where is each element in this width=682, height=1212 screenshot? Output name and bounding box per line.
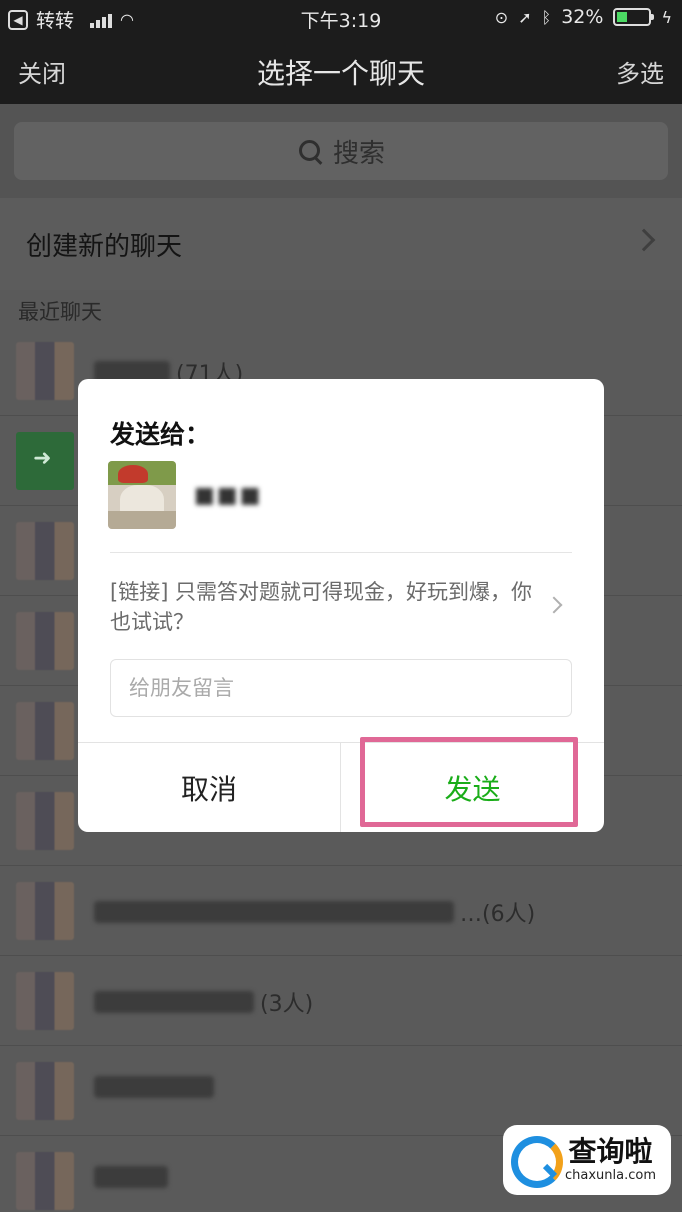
location-icon: ➚	[518, 7, 532, 27]
file-transfer-avatar	[16, 432, 74, 490]
watermark-text-en: chaxunla.com	[565, 1168, 656, 1183]
multi-select-button[interactable]: 多选	[616, 54, 664, 89]
rotation-lock-icon: ⊙	[494, 7, 509, 27]
message-input[interactable]	[110, 659, 572, 717]
watermark-logo: 查询啦 chaxunla.com	[503, 1125, 671, 1195]
avatar	[16, 1152, 74, 1210]
charging-icon: ϟ	[661, 7, 672, 27]
search-placeholder: 搜索	[332, 138, 385, 169]
create-new-chat-label: 创建新的聊天	[26, 232, 183, 262]
dialog-title: 发送给：	[110, 420, 211, 449]
create-new-chat-item[interactable]: 创建新的聊天	[0, 198, 682, 290]
divider	[110, 552, 572, 553]
avatar	[16, 972, 74, 1030]
recent-chats-label: 最近聊天	[18, 300, 102, 324]
page-title: 选择一个聊天	[256, 57, 425, 90]
blurred-name	[94, 1166, 168, 1188]
send-to-dialog: 发送给： ■■■ [链接] 只需答对题就可得现金，好玩到爆，你也试试？ 取消 发…	[78, 379, 604, 832]
status-bar: ◀ 转转 ◠ 下午3:19 ⊙ ➚ ᛒ 32% ϟ	[0, 0, 682, 36]
member-count: (3人)	[260, 992, 314, 1017]
list-item[interactable]: (3人)	[0, 956, 682, 1046]
send-button[interactable]: 发送	[341, 743, 604, 832]
avatar	[16, 882, 74, 940]
avatar	[16, 792, 74, 850]
watermark-text-cn: 查询啦	[568, 1135, 653, 1168]
avatar	[16, 522, 74, 580]
shared-link-preview[interactable]: [链接] 只需答对题就可得现金，好玩到爆，你也试试？	[110, 577, 540, 637]
list-item[interactable]	[0, 1046, 682, 1136]
avatar	[16, 1062, 74, 1120]
battery-icon	[613, 8, 655, 26]
blurred-name	[94, 901, 454, 923]
recipient-name-blurred: ■■■	[194, 483, 263, 508]
search-icon	[297, 138, 323, 164]
chevron-right-icon	[632, 228, 656, 252]
magnifier-logo-icon	[509, 1134, 563, 1188]
avatar	[16, 342, 74, 400]
bluetooth-icon: ᛒ	[541, 7, 552, 27]
avatar	[16, 612, 74, 670]
blurred-name	[94, 1076, 214, 1098]
member-count: …(6人)	[460, 902, 536, 927]
avatar	[16, 702, 74, 760]
recipient-avatar	[108, 461, 176, 529]
cancel-button[interactable]: 取消	[78, 743, 340, 832]
battery-percent: 32%	[561, 6, 604, 28]
chevron-right-icon	[545, 596, 563, 614]
blurred-name	[94, 991, 254, 1013]
nav-bar: 关闭 选择一个聊天 多选	[0, 36, 682, 104]
list-item[interactable]: …(6人)	[0, 866, 682, 956]
search-input[interactable]: 搜索	[14, 122, 668, 180]
search-area: 搜索	[0, 104, 682, 198]
